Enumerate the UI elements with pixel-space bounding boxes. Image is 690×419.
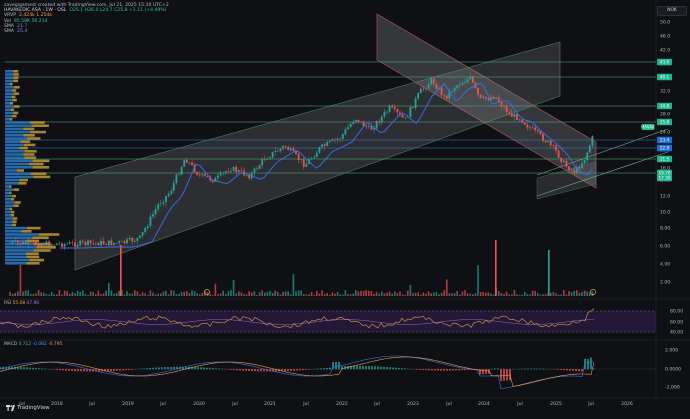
time-tick: Jul (159, 401, 166, 407)
time-tick: Jul (516, 401, 523, 407)
macd-tick: -2.000 (665, 385, 680, 391)
macd-tick: 0.0000 (665, 367, 681, 373)
price-tick: 32.0 (660, 89, 670, 95)
volume-profile (5, 70, 60, 265)
macd-value-3: -0.795 (48, 342, 63, 347)
chart-canvas[interactable]: 50.046.042.038.036.032.030.028.026.024.0… (0, 0, 690, 419)
price-label: 21.5 (660, 157, 670, 162)
time-tick: Jul (88, 401, 95, 407)
time-tick: Jul (445, 401, 452, 407)
price-label: 22.9 (660, 146, 670, 151)
price-label: 40.1 (660, 75, 670, 80)
time-tick: 2025 (550, 401, 562, 407)
price-tick: 24.0 (660, 130, 670, 136)
price-label: 23.4 (660, 138, 670, 143)
price-label: 25.8 (660, 120, 670, 125)
price-label: 43.6 (660, 60, 670, 65)
macd-label: MACD (4, 342, 18, 347)
macd-tick: 2.000 (665, 348, 678, 354)
time-tick: 2026 (621, 401, 633, 407)
price-tick: 28.0 (660, 112, 670, 118)
price-tick: 10.0 (660, 210, 670, 216)
time-tick: Jul (373, 401, 380, 407)
sub-axis: 80.00 60.00 40.00 2.000 0.0000 -2.000 (665, 309, 683, 391)
price-labels: 43.640.134.825.823.422.921.519.7017.30 (657, 58, 672, 182)
time-tick: 2022 (336, 401, 348, 407)
rsi-tick: 80.00 (670, 309, 683, 315)
price-tick: 6.00 (660, 244, 670, 250)
price-tick: 42.0 (660, 48, 670, 54)
rsi-band (0, 311, 656, 332)
rsi-value: 55.08 (12, 301, 26, 306)
price-label: 17.30 (659, 176, 671, 181)
brand-watermark[interactable]: TradingView (6, 405, 50, 411)
rsi-tick: 40.00 (670, 330, 683, 336)
price-tick: 46.0 (660, 34, 670, 40)
rsi-label: RSI (4, 301, 12, 306)
time-tick: 2019 (122, 401, 134, 407)
price-label: 34.8 (660, 104, 670, 109)
price-tick: 12.0 (660, 194, 670, 200)
time-tick: 2024 (478, 401, 490, 407)
time-tick: Jul (587, 401, 594, 407)
brand-name: TradingView (17, 405, 50, 411)
time-tick: 2020 (193, 401, 205, 407)
rsi-legend[interactable]: RSI 55.08 47.90 (4, 301, 39, 306)
time-tick: 2023 (407, 401, 419, 407)
macd-value-2: -0.082 (32, 342, 47, 347)
macd-legend[interactable]: MACD 0.712 -0.082 -0.795 (4, 342, 62, 347)
time-tick: Jul (231, 401, 238, 407)
time-axis[interactable]: Jul 2018 Jul 2019 Jul 2020 Jul 2021 Jul 2022 Jul 20… (18, 401, 633, 407)
time-tick: 2021 (264, 401, 276, 407)
rsi-tick: 60.00 (670, 320, 683, 326)
price-tick: 2.00 (660, 280, 670, 286)
macd-value-1: 0.712 (18, 342, 32, 347)
last-symbol: HAVAK (641, 125, 655, 130)
chart-window: savegigamest created with TradingView.co… (0, 0, 690, 419)
price-tick: 50.0 (660, 20, 670, 26)
time-tick: Jul (302, 401, 309, 407)
time-tick: 2018 (51, 401, 63, 407)
price-tick: 8.00 (660, 226, 670, 232)
tradingview-logo-icon (6, 405, 15, 411)
price-tick: 4.00 (660, 262, 670, 268)
rsi-ma-value: 47.90 (26, 301, 40, 306)
